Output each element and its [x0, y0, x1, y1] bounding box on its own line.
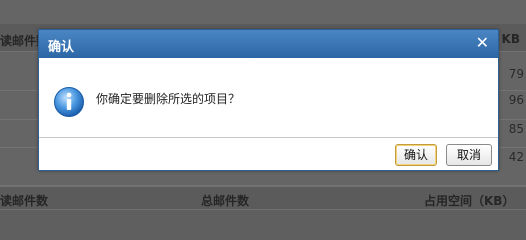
header-cell: 占用空间（KB）: [424, 194, 515, 208]
dialog-divider: [39, 137, 498, 138]
table-cell: 85: [508, 122, 524, 136]
table-cell: 96: [508, 93, 524, 107]
confirm-dialog: 确认 ✕ 你确定要删除所选的项目？ 确认 取消: [38, 29, 499, 171]
info-icon: [54, 87, 84, 117]
dialog-message: 你确定要删除所选的项目？: [96, 92, 241, 106]
table-cell: 79: [508, 67, 524, 81]
table-cell: 42: [508, 150, 524, 164]
ok-button[interactable]: 确认: [395, 144, 437, 166]
dialog-title: 确认: [48, 40, 75, 55]
header-cell: 总邮件数: [201, 194, 250, 208]
dialog-titlebar[interactable]: 确认 ✕: [39, 30, 498, 58]
close-icon[interactable]: ✕: [476, 33, 489, 53]
cancel-button[interactable]: 取消: [446, 144, 492, 166]
header-cell: KB: [501, 32, 520, 46]
header-cell: 读邮件数: [0, 194, 49, 208]
table-header-bottom: 读邮件数 总邮件数 占用空间（KB）: [0, 186, 526, 210]
